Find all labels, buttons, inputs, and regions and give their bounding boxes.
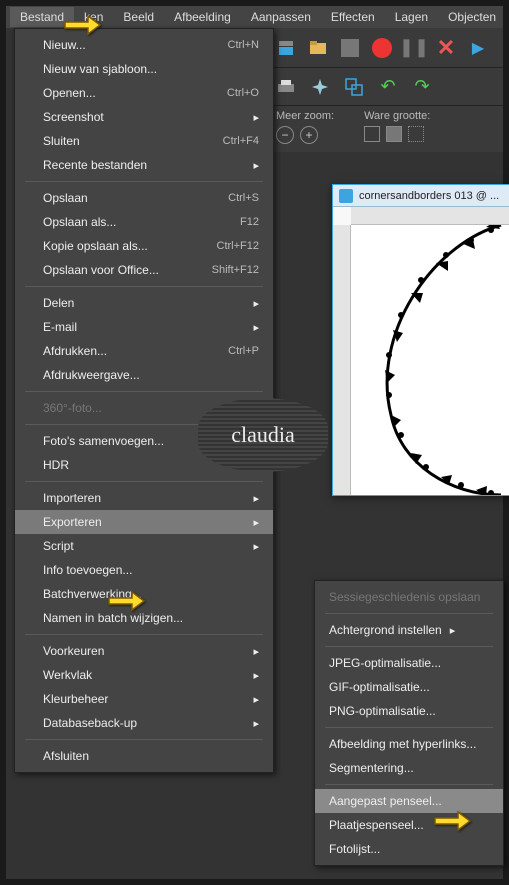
folder-icon[interactable] xyxy=(306,36,330,60)
zoom-panel: Meer zoom: − + Ware grootte: xyxy=(268,106,503,152)
canvas-window: cornersandborders 013 @ ... xyxy=(332,184,509,496)
menu-objecten[interactable]: Objecten xyxy=(438,7,506,27)
size-thumb-2-icon[interactable] xyxy=(386,126,402,142)
separator xyxy=(325,727,493,728)
mi-share[interactable]: Delen xyxy=(15,291,273,315)
mi-new[interactable]: Nieuw...Ctrl+N xyxy=(15,33,273,57)
auto-enhance-icon[interactable] xyxy=(308,75,332,99)
menu-effecten[interactable]: Effecten xyxy=(321,7,385,27)
pointer-hand-icon xyxy=(106,586,146,619)
smi-bg[interactable]: Achtergrond instellen xyxy=(315,618,503,642)
mi-script[interactable]: Script xyxy=(15,534,273,558)
smi-session: Sessiegeschiedenis opslaan xyxy=(315,585,503,609)
mi-close[interactable]: SluitenCtrl+F4 xyxy=(15,129,273,153)
pointer-hand-icon xyxy=(62,10,102,43)
zoom-in-button[interactable]: + xyxy=(300,126,318,144)
size-thumb-1-icon[interactable] xyxy=(364,126,380,142)
menu-lagen[interactable]: Lagen xyxy=(385,7,438,27)
rotate-right-icon[interactable]: ↷ xyxy=(410,75,434,99)
mi-db-backup[interactable]: Databaseback-up xyxy=(15,711,273,735)
mi-exit[interactable]: Afsluiten xyxy=(15,744,273,768)
separator xyxy=(25,634,263,635)
separator xyxy=(325,646,493,647)
smi-png[interactable]: PNG-optimalisatie... xyxy=(315,699,503,723)
smi-gif[interactable]: GIF-optimalisatie... xyxy=(315,675,503,699)
mi-open[interactable]: Openen...Ctrl+O xyxy=(15,81,273,105)
file-icon xyxy=(339,189,353,203)
mi-new-template[interactable]: Nieuw van sjabloon... xyxy=(15,57,273,81)
pause-icon[interactable]: ❚❚ xyxy=(402,36,426,60)
export-submenu: Sessiegeschiedenis opslaan Achtergrond i… xyxy=(314,580,504,866)
zoom-out-button[interactable]: − xyxy=(276,126,294,144)
pointer-hand-icon xyxy=(432,806,472,839)
home-icon[interactable] xyxy=(274,36,298,60)
separator xyxy=(25,391,263,392)
mi-workspace[interactable]: Werkvlak xyxy=(15,663,273,687)
toolbar-top: ❚❚ ✕ ▶ xyxy=(268,28,503,68)
smi-plate-brush[interactable]: Plaatjespenseel... xyxy=(315,813,503,837)
mi-info[interactable]: Info toevoegen... xyxy=(15,558,273,582)
smi-custom-brush[interactable]: Aangepast penseel... xyxy=(315,789,503,813)
mi-print[interactable]: Afdrukken...Ctrl+P xyxy=(15,339,273,363)
mi-save[interactable]: OpslaanCtrl+S xyxy=(15,186,273,210)
size-thumb-3-icon[interactable] xyxy=(408,126,424,142)
close-icon[interactable]: ✕ xyxy=(434,36,458,60)
separator xyxy=(325,784,493,785)
ruler-vertical xyxy=(333,225,351,495)
record-icon[interactable] xyxy=(370,36,394,60)
watermark: claudia xyxy=(198,398,328,472)
play-icon[interactable]: ▶ xyxy=(466,36,490,60)
mi-save-office[interactable]: Opslaan voor Office...Shift+F12 xyxy=(15,258,273,282)
mi-prefs[interactable]: Voorkeuren xyxy=(15,639,273,663)
print-icon[interactable] xyxy=(274,75,298,99)
mi-save-as[interactable]: Opslaan als...F12 xyxy=(15,210,273,234)
mi-color-mgmt[interactable]: Kleurbeheer xyxy=(15,687,273,711)
ruler-horizontal xyxy=(351,207,509,225)
separator xyxy=(25,739,263,740)
mi-screenshot[interactable]: Screenshot xyxy=(15,105,273,129)
smi-photo-list[interactable]: Fotolijst... xyxy=(315,837,503,861)
menu-aanpassen[interactable]: Aanpassen xyxy=(241,7,321,27)
resize-icon[interactable] xyxy=(342,75,366,99)
mi-export[interactable]: Exporteren xyxy=(15,510,273,534)
mi-print-preview[interactable]: Afdrukweergave... xyxy=(15,363,273,387)
toolbar-second: ↶ ↷ xyxy=(268,68,503,106)
rotate-left-icon[interactable]: ↶ xyxy=(376,75,400,99)
canvas-titlebar[interactable]: cornersandborders 013 @ ... xyxy=(333,185,509,207)
mi-import[interactable]: Importeren xyxy=(15,486,273,510)
mi-copy-save[interactable]: Kopie opslaan als...Ctrl+F12 xyxy=(15,234,273,258)
menu-afbeelding[interactable]: Afbeelding xyxy=(164,7,241,27)
true-size-label: Ware grootte: xyxy=(364,110,430,122)
mi-email[interactable]: E-mail xyxy=(15,315,273,339)
smi-jpeg[interactable]: JPEG-optimalisatie... xyxy=(315,651,503,675)
separator xyxy=(25,181,263,182)
more-zoom-label: Meer zoom: xyxy=(276,110,334,122)
menu-beeld[interactable]: Beeld xyxy=(113,7,164,27)
separator xyxy=(325,613,493,614)
border-artwork xyxy=(351,225,509,495)
artboard[interactable] xyxy=(351,225,509,495)
canvas-title: cornersandborders 013 @ ... xyxy=(359,190,499,202)
stop-icon[interactable] xyxy=(338,36,362,60)
mi-recent[interactable]: Recente bestanden xyxy=(15,153,273,177)
smi-hyperlink[interactable]: Afbeelding met hyperlinks... xyxy=(315,732,503,756)
separator xyxy=(25,481,263,482)
separator xyxy=(25,286,263,287)
smi-segment[interactable]: Segmentering... xyxy=(315,756,503,780)
